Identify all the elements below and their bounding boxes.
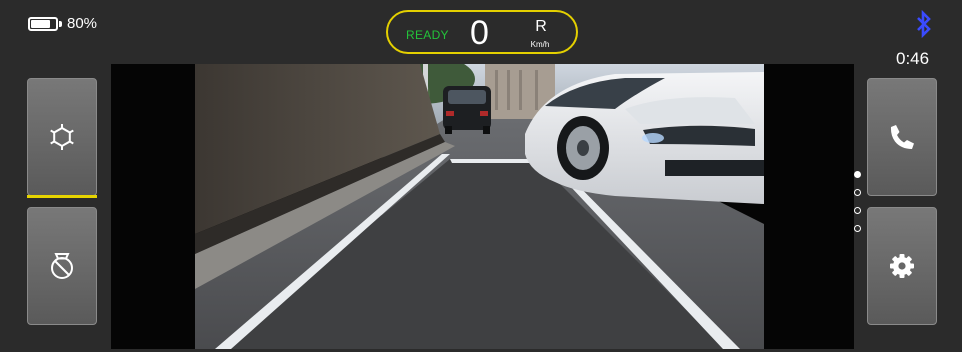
gear-icon [890,254,914,278]
timer-icon [51,253,73,279]
bluetooth-icon[interactable] [915,10,933,38]
battery-fill [31,19,51,28]
speed-display: READY 0 R Km/h [386,10,578,54]
rear-camera-view [195,64,764,349]
phone-icon [890,125,914,149]
battery-indicator: 80% [28,15,97,32]
battery-percentage: 80% [67,15,98,32]
page-dot[interactable] [854,189,861,196]
timer-button[interactable] [27,207,97,325]
gear-indicator: R [535,18,547,35]
battery-icon [28,16,58,31]
page-dot[interactable] [854,207,861,214]
clock-time: 0:46 [896,49,930,68]
speed-unit: Km/h [530,40,550,49]
ready-status: READY [406,28,449,42]
defrost-button[interactable] [27,78,97,196]
speed-value: 0 [470,14,489,52]
snowflake-icon [50,124,74,150]
page-dot-active[interactable] [854,171,861,178]
active-indicator [27,195,97,198]
phone-button[interactable] [867,78,937,196]
settings-button[interactable] [867,207,937,325]
page-indicator [852,171,864,243]
rear-camera-frame [111,64,854,349]
page-dot[interactable] [854,225,861,232]
